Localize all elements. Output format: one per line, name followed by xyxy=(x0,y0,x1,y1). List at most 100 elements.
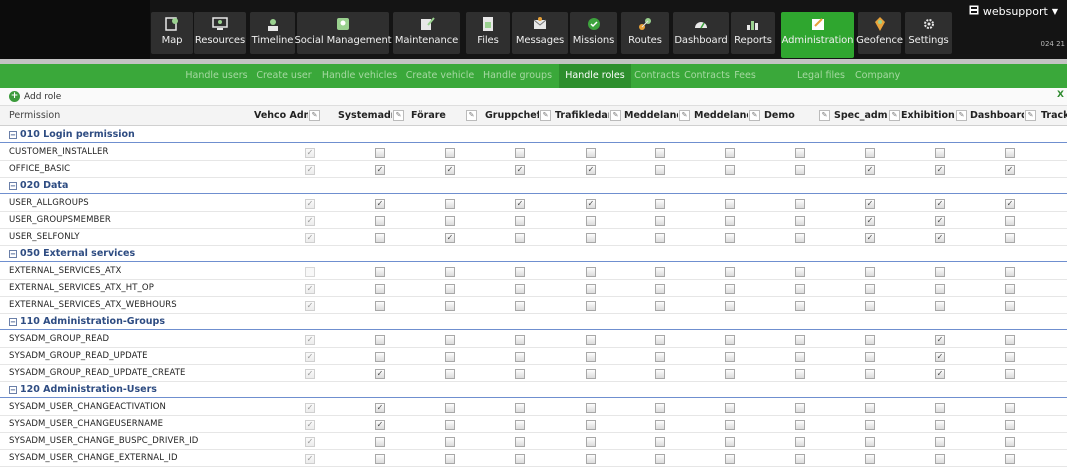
checkbox-unchecked[interactable] xyxy=(655,352,665,362)
edit-role-icon[interactable]: ✎ xyxy=(819,110,830,121)
column-header[interactable]: Exhibition xyxy=(901,106,955,126)
checkbox-unchecked[interactable] xyxy=(725,216,735,226)
checkbox-unchecked[interactable] xyxy=(1005,216,1015,226)
nav-item-files[interactable]: Files xyxy=(466,12,510,54)
checkbox-unchecked[interactable] xyxy=(445,352,455,362)
nav-item-reports[interactable]: Reports xyxy=(731,12,775,54)
checkbox-checked[interactable]: ✓ xyxy=(515,199,525,209)
checkbox-checked[interactable]: ✓ xyxy=(865,165,875,175)
checkbox-unchecked[interactable] xyxy=(725,267,735,277)
checkbox-unchecked[interactable] xyxy=(795,420,805,430)
checkbox-unchecked[interactable] xyxy=(865,352,875,362)
checkbox-unchecked[interactable] xyxy=(515,369,525,379)
checkbox-unchecked[interactable] xyxy=(445,403,455,413)
checkbox-unchecked[interactable] xyxy=(725,454,735,464)
checkbox-unchecked[interactable] xyxy=(375,267,385,277)
column-header[interactable]: Track xyxy=(1041,106,1067,126)
subnav-item-contracts[interactable]: Contracts xyxy=(682,64,732,88)
nav-item-social[interactable]: Social Management xyxy=(295,12,392,54)
checkbox-unchecked[interactable] xyxy=(795,335,805,345)
checkbox-unchecked[interactable] xyxy=(795,165,805,175)
checkbox-unchecked[interactable] xyxy=(655,233,665,243)
checkbox-unchecked[interactable] xyxy=(1005,352,1015,362)
checkbox-unchecked[interactable] xyxy=(725,165,735,175)
checkbox-unchecked[interactable] xyxy=(1005,437,1015,447)
collapse-icon[interactable]: − xyxy=(9,386,17,394)
nav-item-geofence[interactable]: Geofence xyxy=(856,12,903,54)
checkbox-unchecked[interactable] xyxy=(865,301,875,311)
checkbox-unchecked[interactable] xyxy=(865,148,875,158)
checkbox-unchecked[interactable] xyxy=(445,284,455,294)
checkbox-unchecked[interactable] xyxy=(586,454,596,464)
checkbox-unchecked[interactable] xyxy=(935,437,945,447)
checkbox-unchecked[interactable] xyxy=(515,301,525,311)
checkbox-unchecked[interactable] xyxy=(586,335,596,345)
checkbox-unchecked[interactable] xyxy=(795,369,805,379)
checkbox-unchecked[interactable] xyxy=(586,216,596,226)
checkbox-checked[interactable]: ✓ xyxy=(445,233,455,243)
checkbox-unchecked[interactable] xyxy=(655,403,665,413)
checkbox-unchecked[interactable] xyxy=(725,301,735,311)
checkbox-unchecked[interactable] xyxy=(515,284,525,294)
checkbox-unchecked[interactable] xyxy=(655,216,665,226)
subnav-item-handle-vehicles[interactable]: Handle vehicles xyxy=(320,64,399,88)
checkbox-unchecked[interactable] xyxy=(935,148,945,158)
checkbox-checked[interactable]: ✓ xyxy=(586,199,596,209)
column-header[interactable]: Trafikledare xyxy=(555,106,609,126)
subnav-item-create-user[interactable]: Create user xyxy=(251,64,317,88)
checkbox-checked[interactable]: ✓ xyxy=(935,233,945,243)
nav-item-resources[interactable]: Resources xyxy=(194,12,246,54)
checkbox-checked[interactable]: ✓ xyxy=(865,199,875,209)
checkbox-unchecked[interactable] xyxy=(515,454,525,464)
checkbox-unchecked[interactable] xyxy=(935,403,945,413)
edit-role-icon[interactable]: ✎ xyxy=(610,110,621,121)
checkbox-unchecked[interactable] xyxy=(655,335,665,345)
collapse-icon[interactable]: − xyxy=(9,182,17,190)
checkbox-unchecked[interactable] xyxy=(795,199,805,209)
checkbox-unchecked[interactable] xyxy=(865,335,875,345)
group-header-row[interactable]: −120 Administration-Users xyxy=(0,382,1067,398)
checkbox-unchecked[interactable] xyxy=(655,199,665,209)
checkbox-unchecked[interactable] xyxy=(515,216,525,226)
checkbox-unchecked[interactable] xyxy=(865,369,875,379)
checkbox-unchecked[interactable] xyxy=(935,420,945,430)
checkbox-unchecked[interactable] xyxy=(865,403,875,413)
checkbox-unchecked[interactable] xyxy=(1005,420,1015,430)
checkbox-unchecked[interactable] xyxy=(445,437,455,447)
nav-item-messages[interactable]: Messages xyxy=(512,12,568,54)
checkbox-checked[interactable]: ✓ xyxy=(586,165,596,175)
nav-item-settings[interactable]: Settings xyxy=(905,12,952,54)
group-header-row[interactable]: −050 External services xyxy=(0,246,1067,262)
checkbox-unchecked[interactable] xyxy=(375,216,385,226)
checkbox-checked[interactable]: ✓ xyxy=(375,403,385,413)
checkbox-unchecked[interactable] xyxy=(586,420,596,430)
checkbox-checked[interactable]: ✓ xyxy=(865,216,875,226)
checkbox-unchecked[interactable] xyxy=(445,369,455,379)
subnav-item-handle-groups[interactable]: Handle groups xyxy=(479,64,556,88)
checkbox-unchecked[interactable] xyxy=(1005,284,1015,294)
add-role-button[interactable]: + Add role xyxy=(9,91,61,102)
checkbox-unchecked[interactable] xyxy=(1005,233,1015,243)
permission-column-header[interactable]: Permission xyxy=(9,106,60,126)
checkbox-checked[interactable]: ✓ xyxy=(935,335,945,345)
checkbox-unchecked[interactable] xyxy=(515,403,525,413)
checkbox-checked[interactable]: ✓ xyxy=(935,369,945,379)
edit-role-icon[interactable]: ✎ xyxy=(749,110,760,121)
checkbox-unchecked[interactable] xyxy=(655,148,665,158)
checkbox-unchecked[interactable] xyxy=(655,437,665,447)
checkbox-unchecked[interactable] xyxy=(586,403,596,413)
checkbox-unchecked[interactable] xyxy=(725,352,735,362)
checkbox-unchecked[interactable] xyxy=(935,284,945,294)
checkbox-checked[interactable]: ✓ xyxy=(935,352,945,362)
column-header[interactable]: Demo xyxy=(764,106,818,126)
subnav-item-create-vehicle[interactable]: Create vehicle xyxy=(403,64,477,88)
checkbox-checked[interactable]: ✓ xyxy=(445,165,455,175)
checkbox-unchecked[interactable] xyxy=(725,437,735,447)
checkbox-unchecked[interactable] xyxy=(375,454,385,464)
checkbox-unchecked[interactable] xyxy=(1005,301,1015,311)
checkbox-unchecked[interactable] xyxy=(725,148,735,158)
checkbox-unchecked[interactable] xyxy=(865,267,875,277)
checkbox-checked[interactable]: ✓ xyxy=(375,199,385,209)
checkbox-unchecked[interactable] xyxy=(725,284,735,294)
checkbox-unchecked[interactable] xyxy=(935,267,945,277)
